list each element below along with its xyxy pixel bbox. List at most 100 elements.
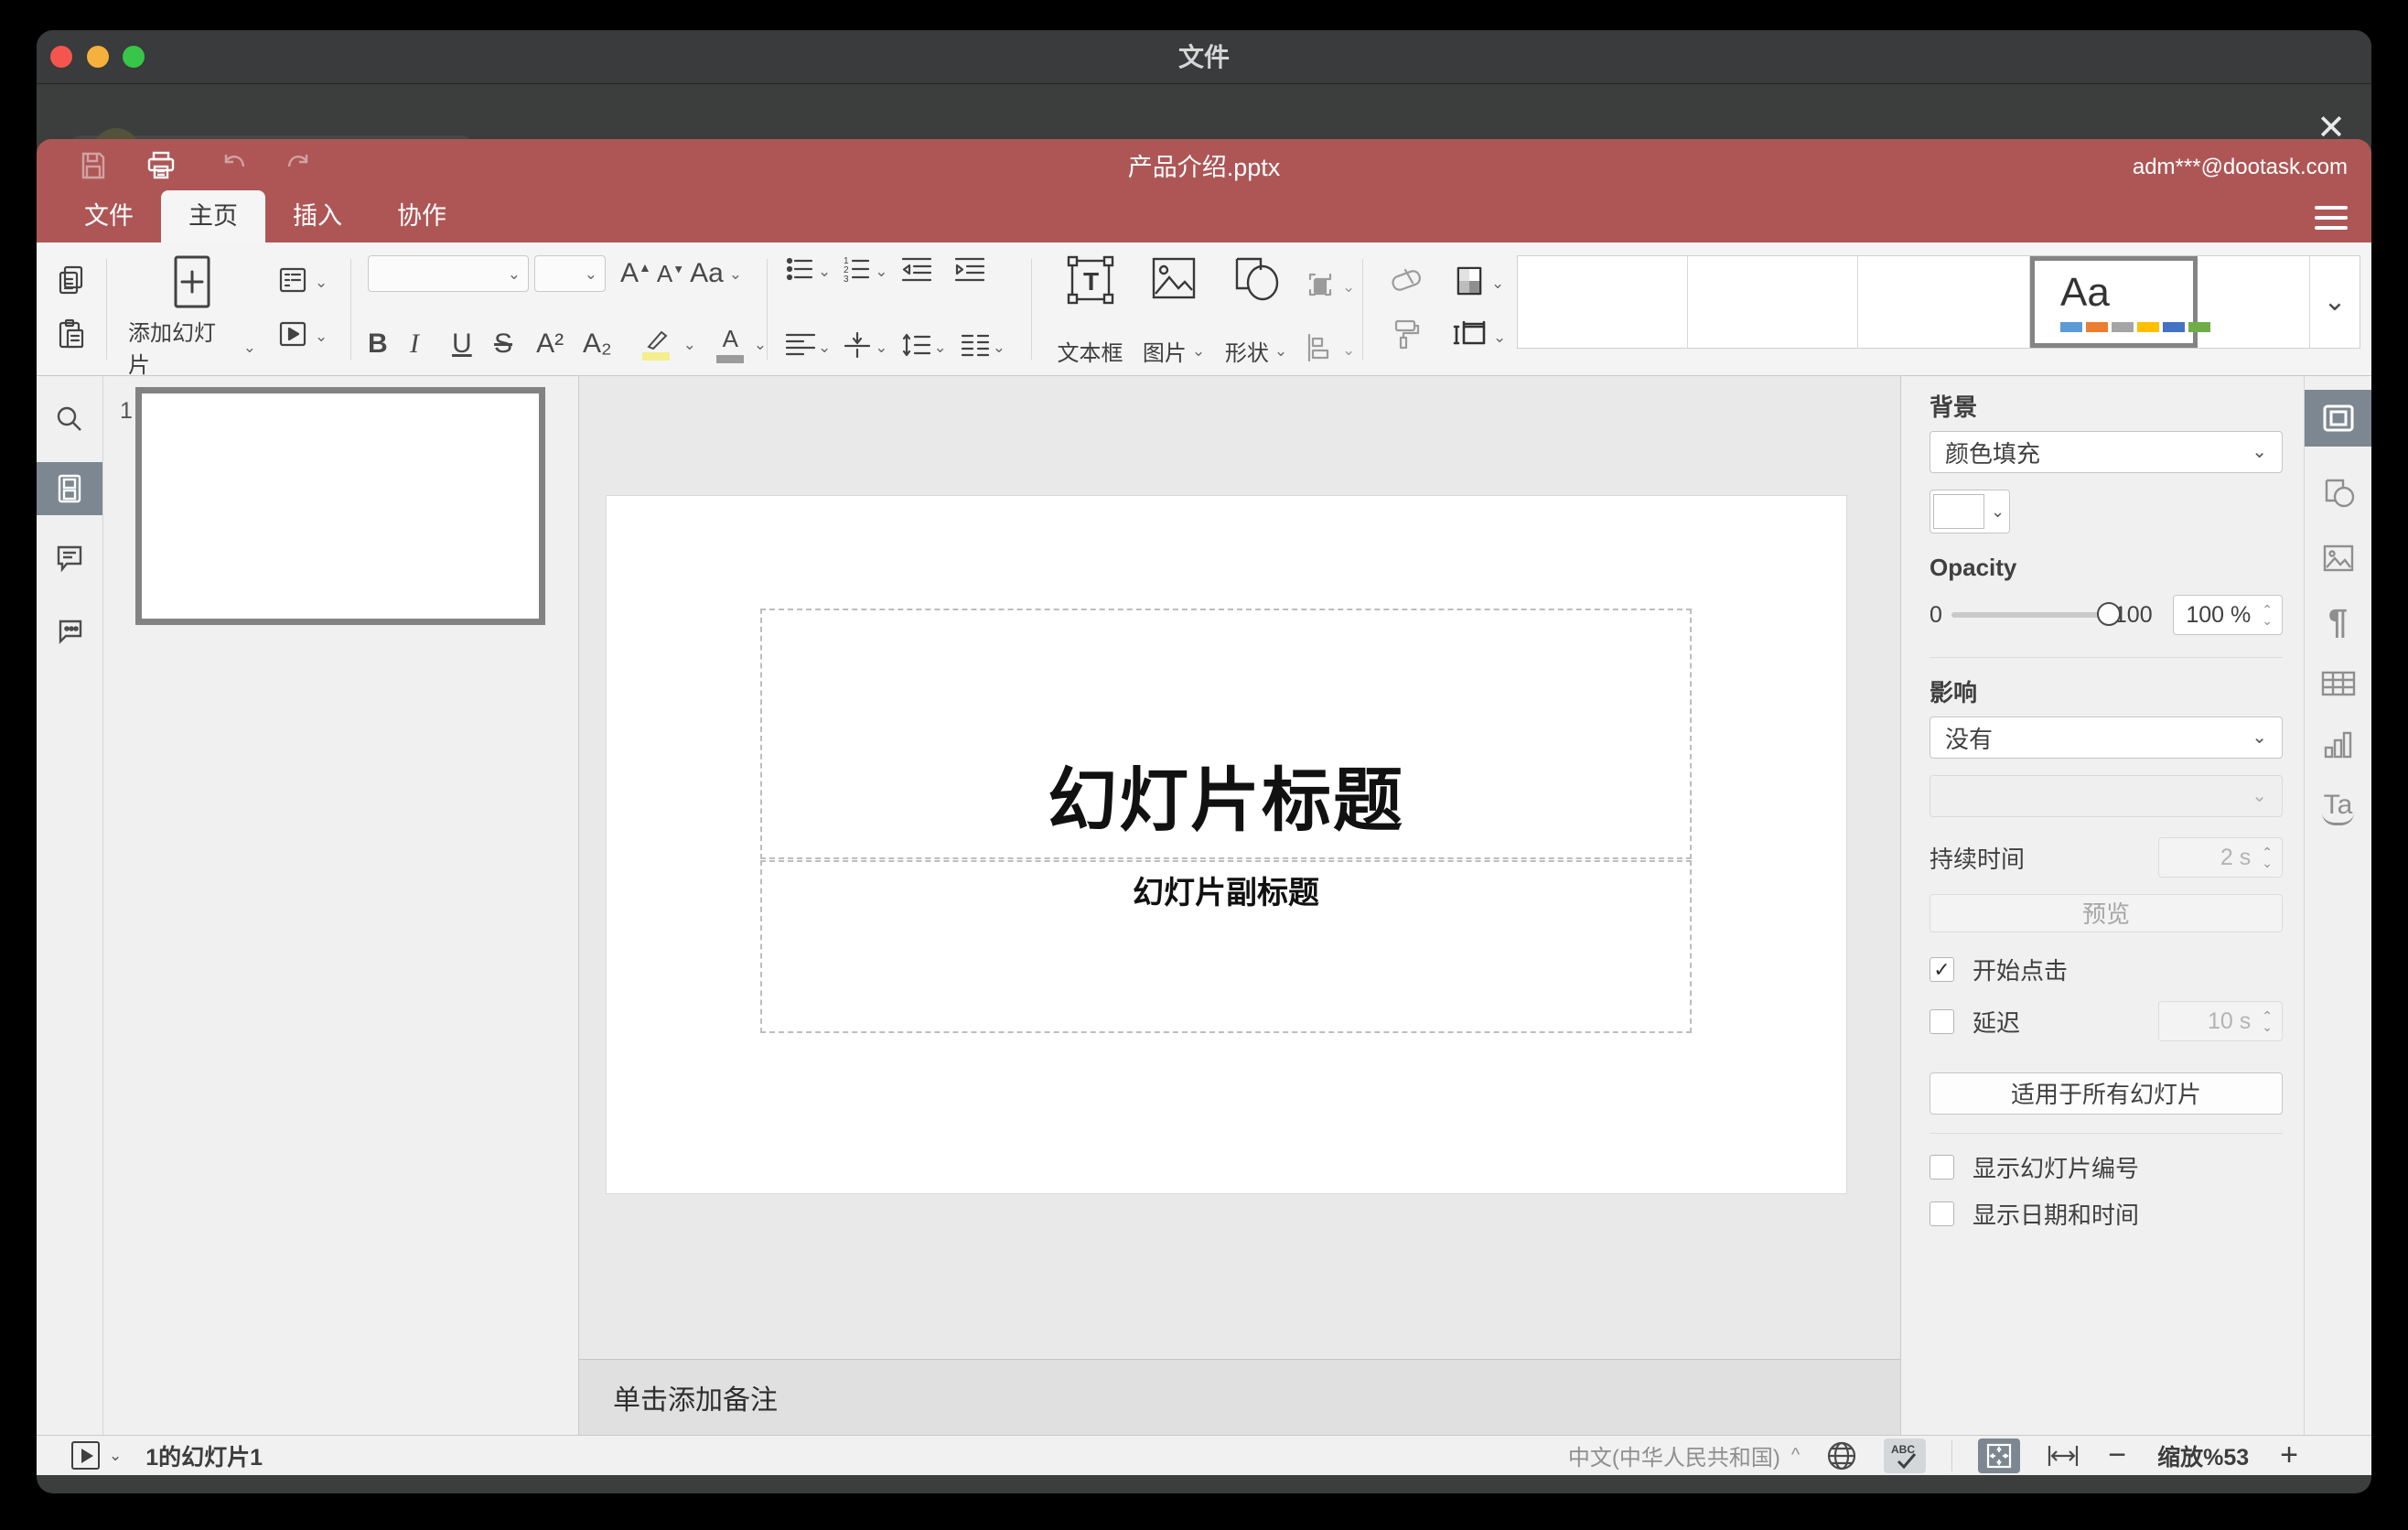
theme-thumbnail[interactable]	[1858, 256, 2030, 348]
superscript-icon[interactable]: A²	[536, 329, 583, 360]
svg-text:ABC: ABC	[1891, 1443, 1915, 1456]
document-title: 产品介绍.pptx	[1127, 154, 1281, 181]
account-email: adm***@dootask.com	[2132, 155, 2348, 179]
slide-subtitle-text: 幻灯片副标题	[1133, 876, 1319, 910]
line-spacing-icon[interactable]	[901, 331, 932, 363]
image-settings-tab-icon[interactable]	[2305, 530, 2371, 587]
color-scheme-icon[interactable]	[1453, 264, 1486, 302]
strikethrough-icon[interactable]: S	[494, 329, 536, 360]
paste-icon[interactable]	[55, 318, 88, 355]
apply-to-all-slides-button[interactable]: 适用于所有幻灯片	[1930, 1072, 2283, 1115]
theme-thumbnail[interactable]	[1688, 256, 1858, 348]
change-case-icon[interactable]: Aa	[690, 258, 724, 289]
slide-layout-icon[interactable]	[276, 264, 309, 301]
tab-insert[interactable]: 插入	[265, 190, 370, 242]
start-slideshow-icon[interactable]	[276, 318, 309, 355]
add-slide-button[interactable]: 添加幻灯片 ⌄	[128, 242, 256, 378]
subtitle-placeholder[interactable]: 幻灯片副标题	[760, 860, 1692, 1033]
language-caret-icon[interactable]: ^	[1791, 1445, 1800, 1466]
show-date-time-checkbox[interactable]: ✓	[1930, 1201, 1954, 1226]
horizontal-align-icon[interactable]	[785, 331, 816, 363]
font-name-select[interactable]: ⌄	[368, 255, 529, 292]
numbered-list-icon[interactable]: 123	[842, 255, 873, 287]
svg-text:T: T	[1083, 267, 1099, 296]
image-button[interactable]: 图片 ⌄	[1134, 252, 1214, 367]
shape-settings-tab-icon[interactable]	[2305, 463, 2371, 520]
shape-button[interactable]: 形状 ⌄	[1214, 252, 1298, 367]
zoom-out-button[interactable]: −	[2108, 1438, 2126, 1473]
delay-spinner[interactable]: 10 s ⌃ ⌄	[2158, 1001, 2283, 1041]
bold-icon[interactable]: B	[368, 329, 410, 360]
tab-file[interactable]: 文件	[57, 190, 161, 242]
start-on-click-label: 开始点击	[1973, 957, 2069, 985]
spellcheck-toggle-icon[interactable]: ABC	[1884, 1438, 1927, 1473]
columns-icon[interactable]	[960, 331, 991, 363]
font-color-icon[interactable]: A	[707, 325, 754, 363]
menu-icon[interactable]	[2315, 206, 2348, 230]
slides-panel-icon[interactable]	[37, 462, 102, 515]
macos-titlebar: 文件	[37, 30, 2371, 84]
comments-icon[interactable]	[37, 532, 102, 585]
arrange-icon[interactable]	[1304, 268, 1337, 306]
theme-thumbnail[interactable]	[1518, 256, 1688, 348]
theme-thumbnail[interactable]	[2198, 256, 2310, 348]
paint-roller-icon[interactable]	[1389, 318, 1424, 355]
opacity-spinner[interactable]: 100 % ⌃ ⌄	[2173, 595, 2283, 635]
background-color-picker[interactable]: ⌄	[1930, 490, 2010, 533]
italic-icon[interactable]: I	[410, 329, 452, 360]
delay-checkbox[interactable]: ✓	[1930, 1008, 1954, 1034]
chart-settings-tab-icon[interactable]	[2305, 717, 2371, 773]
delay-label: 延迟	[1973, 1008, 2021, 1037]
theme-thumbnail-selected[interactable]: Aa	[2030, 256, 2210, 348]
start-slideshow-status-icon[interactable]	[71, 1441, 100, 1470]
background-fill-select[interactable]: 颜色填充 ⌄	[1930, 431, 2283, 473]
background-color-swatch	[1933, 494, 1984, 529]
shape-label: 形状	[1224, 341, 1269, 366]
tab-home[interactable]: 主页	[161, 190, 265, 242]
set-language-globe-icon[interactable]	[1825, 1439, 1858, 1472]
copy-icon[interactable]	[55, 264, 88, 301]
text-art-settings-tab-icon[interactable]: Ta	[2305, 779, 2371, 835]
title-placeholder[interactable]: 幻灯片标题	[760, 609, 1692, 859]
tab-collaborate[interactable]: 协作	[370, 190, 474, 242]
duration-spinner[interactable]: 2 s ⌃ ⌄	[2158, 837, 2283, 878]
opacity-slider-knob[interactable]	[2096, 602, 2121, 626]
effect-type-select[interactable]: ⌄	[1930, 775, 2283, 817]
slide-editing-area[interactable]: 幻灯片标题 幻灯片副标题	[607, 496, 1846, 1193]
slide-settings-tab-icon[interactable]	[2305, 390, 2371, 447]
chat-icon[interactable]	[37, 603, 102, 656]
slideshow-options-chevron-icon[interactable]: ⌄	[109, 1447, 122, 1465]
subscript-icon[interactable]: A₂	[583, 329, 629, 360]
theme-sample-text: Aa	[2060, 269, 2110, 315]
decrease-indent-icon[interactable]	[901, 255, 932, 287]
opacity-slider[interactable]	[1951, 602, 2121, 626]
align-objects-icon[interactable]	[1304, 331, 1337, 369]
notes-area[interactable]: 单击添加备注	[579, 1359, 1900, 1435]
zoom-in-button[interactable]: +	[2280, 1438, 2298, 1473]
show-slide-number-checkbox[interactable]: ✓	[1930, 1155, 1954, 1180]
preview-button[interactable]: 预览	[1930, 894, 2283, 932]
increase-font-icon[interactable]: A▲	[620, 258, 651, 289]
theme-gallery-expand-icon[interactable]: ⌄	[2310, 256, 2360, 348]
bullet-list-icon[interactable]	[785, 255, 816, 287]
effect-select[interactable]: 没有 ⌄	[1930, 717, 2283, 759]
status-bar: ⌄ 1的幻灯片1 中文(中华人民共和国) ^ ABC − 缩放%53 +	[37, 1435, 2371, 1475]
underline-icon[interactable]: U	[452, 329, 494, 360]
language-indicator[interactable]: 中文(中华人民共和国)	[1568, 1439, 1780, 1471]
increase-indent-icon[interactable]	[954, 255, 985, 287]
fit-to-width-icon[interactable]	[2046, 1442, 2080, 1470]
paragraph-settings-tab-icon[interactable]: ¶	[2305, 594, 2371, 651]
slide-thumbnail[interactable]	[135, 387, 545, 625]
search-icon[interactable]	[37, 393, 102, 446]
font-size-select[interactable]: ⌄	[534, 255, 606, 292]
fit-to-slide-toggle-icon[interactable]	[1978, 1438, 2021, 1473]
slide-size-icon[interactable]	[1453, 319, 1488, 355]
text-box-button[interactable]: T 文本框	[1047, 252, 1134, 367]
start-on-click-checkbox[interactable]: ✓	[1930, 957, 1954, 982]
decrease-font-icon[interactable]: A▼	[657, 260, 684, 288]
eraser-icon[interactable]	[1389, 264, 1424, 300]
table-settings-tab-icon[interactable]	[2305, 655, 2371, 712]
vertical-align-icon[interactable]	[842, 331, 873, 363]
highlight-color-icon[interactable]	[629, 329, 683, 361]
slide-indicator: 1的幻灯片1	[145, 1444, 263, 1471]
